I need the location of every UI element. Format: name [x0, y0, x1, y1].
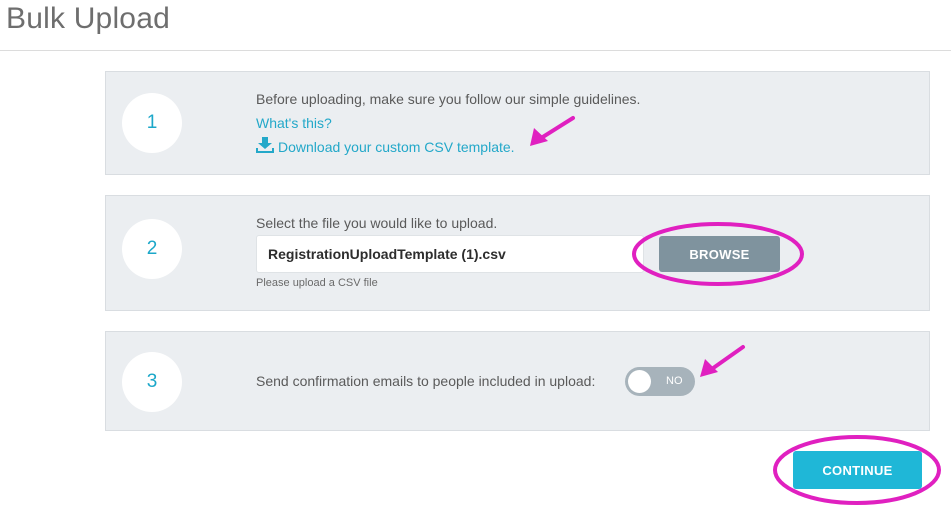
download-template-label: Download your custom CSV template.: [278, 138, 515, 155]
step-3-panel: 3 Send confirmation emails to people inc…: [105, 331, 930, 431]
step-1-instructions: Before uploading, make sure you follow o…: [256, 91, 641, 107]
step-1-panel: 1 Before uploading, make sure you follow…: [105, 71, 930, 175]
step-2-panel: 2 Select the file you would like to uplo…: [105, 195, 930, 311]
browse-button[interactable]: BROWSE: [659, 236, 780, 272]
download-template-link[interactable]: Download your custom CSV template.: [256, 137, 515, 156]
step-2-number: 2: [122, 219, 182, 279]
download-icon: [256, 137, 274, 156]
step-1-number: 1: [122, 93, 182, 153]
whats-this-link[interactable]: What's this?: [256, 115, 332, 131]
page-title: Bulk Upload: [6, 2, 170, 35]
continue-button[interactable]: CONTINUE: [793, 451, 922, 489]
confirmation-email-toggle[interactable]: NO: [625, 367, 695, 396]
file-help-text: Please upload a CSV file: [256, 277, 378, 289]
toggle-state-label: NO: [666, 375, 683, 387]
step-3-number: 3: [122, 352, 182, 412]
step-3-instructions: Send confirmation emails to people inclu…: [256, 373, 596, 389]
toggle-knob: [628, 370, 651, 393]
file-name-field[interactable]: RegistrationUploadTemplate (1).csv: [256, 235, 644, 273]
header-divider: [0, 50, 951, 51]
step-2-instructions: Select the file you would like to upload…: [256, 215, 498, 231]
